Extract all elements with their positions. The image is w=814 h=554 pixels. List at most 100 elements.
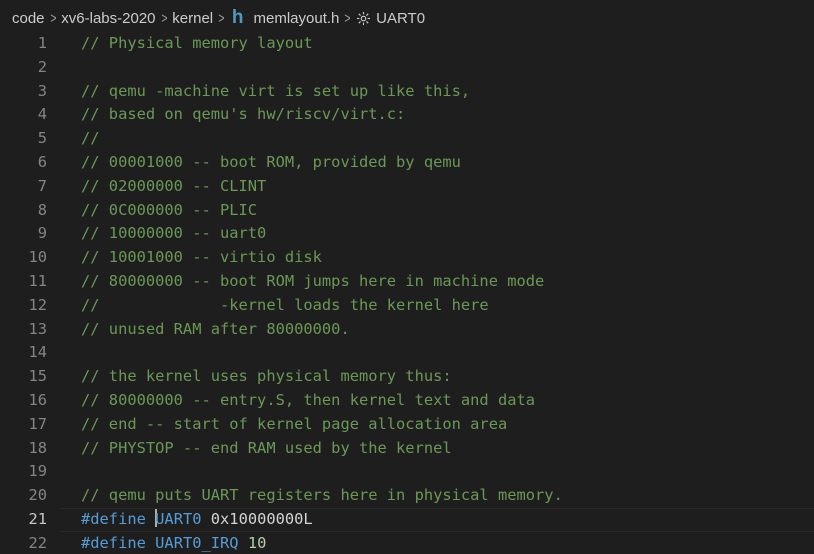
line-number: 12	[28, 295, 47, 314]
breadcrumb-item-file[interactable]: memlayout.h	[254, 10, 340, 27]
code-token-comment: // end -- start of kernel page allocatio…	[81, 414, 508, 433]
code-line[interactable]: 17 // end -- start of kernel page allocat…	[0, 413, 814, 437]
code-line[interactable]: 3 // qemu -machine virt is set up like th…	[0, 80, 814, 104]
code-text[interactable]: // PHYSTOP -- end RAM used by the kernel	[81, 437, 452, 461]
code-text[interactable]: // the kernel uses physical memory thus:	[81, 365, 452, 389]
code-text[interactable]: // 10000000 -- uart0	[81, 222, 266, 246]
code-text[interactable]: // 0C000000 -- PLIC	[81, 199, 257, 223]
code-text[interactable]: // Physical memory layout	[81, 32, 313, 56]
line-number: 9	[37, 224, 47, 243]
code-line[interactable]: 7 // 02000000 -- CLINT	[0, 175, 814, 199]
line-number: 7	[37, 176, 47, 195]
line-number: 1	[37, 34, 47, 52]
code-token-comment: // 10001000 -- virtio disk	[81, 248, 322, 267]
chevron-right-icon: >	[160, 9, 167, 27]
line-number: 10	[28, 248, 47, 267]
line-number: 22	[28, 533, 47, 552]
code-token-keyword: #define	[81, 509, 146, 528]
code-token-number: 10	[247, 533, 267, 552]
code-line[interactable]: 5 //	[0, 127, 814, 151]
line-number: 18	[28, 438, 47, 457]
code-token-comment: //	[81, 129, 100, 148]
code-line[interactable]: 12 // -kernel loads the kernel here	[0, 294, 814, 318]
code-token-text: 0x10000000L	[201, 509, 313, 528]
code-line[interactable]: 16 // 80000000 -- entry.S, then kernel te…	[0, 389, 814, 413]
code-line[interactable]: 18 // PHYSTOP -- end RAM used by the kern…	[0, 437, 814, 461]
code-text[interactable]: // qemu -machine virt is set up like thi…	[81, 80, 470, 104]
code-token-comment: // 10000000 -- uart0	[81, 224, 267, 243]
code-line[interactable]: 1 // Physical memory layout	[0, 32, 814, 56]
code-token-comment: // 0C000000 -- PLIC	[81, 200, 258, 219]
line-number: 5	[37, 129, 47, 148]
breadcrumb-item-kernel[interactable]: kernel	[172, 10, 213, 27]
chevron-right-icon: >	[218, 9, 225, 27]
code-line[interactable]: 8 // 0C000000 -- PLIC	[0, 199, 814, 223]
code-text[interactable]: // 80000000 -- boot ROM jumps here in ma…	[81, 270, 544, 294]
chevron-right-icon: >	[49, 9, 56, 27]
line-number: 19	[28, 462, 47, 481]
code-line[interactable]: 11 // 80000000 -- boot ROM jumps here in …	[0, 270, 814, 294]
code-token-comment: // unused RAM after 80000000.	[81, 319, 350, 338]
code-token-comment: // Physical memory layout	[81, 34, 313, 52]
code-text[interactable]: // end -- start of kernel page allocatio…	[81, 413, 507, 437]
code-line[interactable]: 21 #define UART0 0x10000000L	[0, 507, 814, 532]
line-number: 14	[28, 343, 47, 362]
code-token-macro: UART0_IRQ	[155, 533, 239, 552]
code-text[interactable]: #define UART0 0x10000000L	[81, 508, 313, 532]
code-text[interactable]: // 00001000 -- boot ROM, provided by qem…	[81, 151, 461, 175]
line-number: 6	[37, 152, 47, 171]
line-number: 13	[28, 319, 47, 338]
breadcrumb-item-xv6-labs[interactable]: xv6-labs-2020	[61, 10, 155, 27]
breadcrumb-item-symbol[interactable]: UART0	[376, 10, 425, 27]
code-editor[interactable]: 1 // Physical memory layout 2 3 // qemu -mac…	[0, 32, 814, 554]
code-line[interactable]: 20 // qemu puts UART registers here in ph…	[0, 484, 814, 508]
code-text[interactable]: // -kernel loads the kernel here	[81, 294, 489, 318]
code-token-comment: // qemu -machine virt is set up like thi…	[81, 81, 471, 100]
code-line[interactable]: 6 // 00001000 -- boot ROM, provided by qe…	[0, 151, 814, 175]
code-line[interactable]: 13 // unused RAM after 80000000.	[0, 318, 814, 342]
line-number: 21	[28, 509, 47, 528]
code-text[interactable]: // 80000000 -- entry.S, then kernel text…	[81, 389, 535, 413]
code-line[interactable]: 2	[0, 56, 814, 80]
code-text[interactable]: #define UART0_IRQ 10	[81, 532, 266, 554]
code-token-comment: // 00001000 -- boot ROM, provided by qem…	[81, 152, 461, 171]
line-number: 4	[37, 105, 47, 124]
code-token-comment: // 80000000 -- boot ROM jumps here in ma…	[81, 271, 545, 290]
code-token-comment: // the kernel uses physical memory thus:	[81, 367, 452, 386]
code-line[interactable]: 10 // 10001000 -- virtio disk	[0, 246, 814, 270]
header-file-icon: h	[231, 7, 244, 28]
code-token-comment: // qemu puts UART registers here in phys…	[81, 486, 563, 505]
line-number: 2	[37, 57, 47, 76]
code-token-comment: // PHYSTOP -- end RAM used by the kernel	[81, 438, 452, 457]
line-number: 20	[28, 486, 47, 505]
line-number: 8	[37, 200, 47, 219]
code-line[interactable]: 4 // based on qemu's hw/riscv/virt.c:	[0, 103, 814, 127]
code-line[interactable]: 9 // 10000000 -- uart0	[0, 222, 814, 246]
code-token-comment: // 80000000 -- entry.S, then kernel text…	[81, 390, 536, 409]
code-token-keyword: #define	[81, 533, 146, 552]
code-token-macro: UART0	[155, 509, 202, 528]
breadcrumb: code > xv6-labs-2020 > kernel > h memlay…	[0, 0, 814, 36]
code-line[interactable]: 22 #define UART0_IRQ 10	[0, 532, 814, 554]
code-text[interactable]: // 02000000 -- CLINT	[81, 175, 266, 199]
line-number: 17	[28, 414, 47, 433]
code-text[interactable]: // qemu puts UART registers here in phys…	[81, 484, 563, 508]
breadcrumb-item-code[interactable]: code	[12, 10, 45, 27]
code-text[interactable]: // 10001000 -- virtio disk	[81, 246, 322, 270]
code-line[interactable]: 14	[0, 341, 814, 365]
code-line[interactable]: 15 // the kernel uses physical memory thu…	[0, 365, 814, 389]
chevron-right-icon: >	[344, 9, 351, 27]
code-line[interactable]: 19	[0, 460, 814, 484]
code-token-comment: // -kernel loads the kernel here	[81, 295, 489, 314]
code-text[interactable]: // based on qemu's hw/riscv/virt.c:	[81, 103, 405, 127]
code-text[interactable]: // unused RAM after 80000000.	[81, 318, 350, 342]
line-number: 16	[28, 390, 47, 409]
code-text[interactable]: //	[81, 127, 100, 151]
line-number: 11	[28, 271, 47, 290]
line-number: 3	[37, 81, 47, 100]
line-number: 15	[28, 367, 47, 386]
code-token-comment: // based on qemu's hw/riscv/virt.c:	[81, 105, 406, 124]
